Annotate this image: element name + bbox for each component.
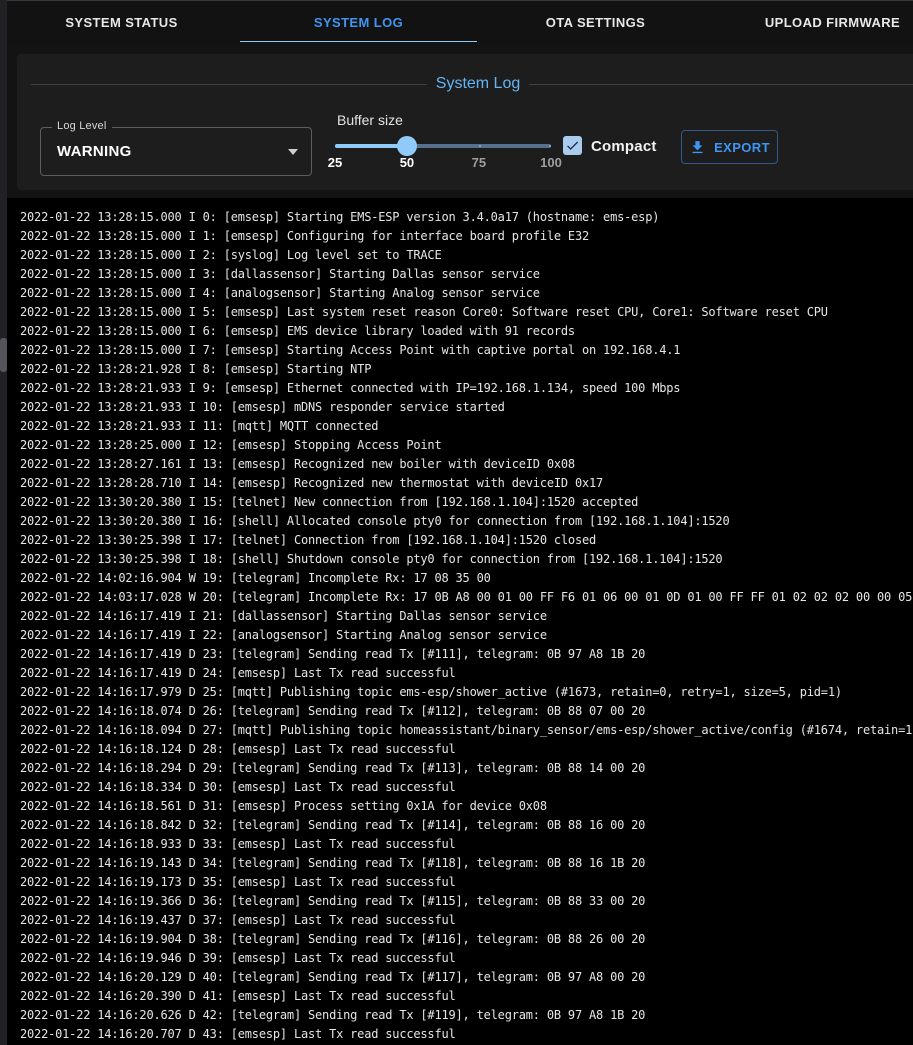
log-line: 2022-01-22 13:28:27.161 I 13: [emsesp] R… — [20, 455, 913, 474]
log-line: 2022-01-22 14:16:19.173 D 35: [emsesp] L… — [20, 873, 913, 892]
log-line: 2022-01-22 13:28:15.000 I 4: [analogsens… — [20, 284, 913, 303]
log-line: 2022-01-22 14:16:20.390 D 41: [emsesp] L… — [20, 987, 913, 1006]
log-line: 2022-01-22 14:16:17.419 D 23: [telegram]… — [20, 645, 913, 664]
log-line: 2022-01-22 14:16:17.419 D 24: [emsesp] L… — [20, 664, 913, 683]
log-line: 2022-01-22 13:28:25.000 I 12: [emsesp] S… — [20, 436, 913, 455]
log-line: 2022-01-22 13:28:15.000 I 3: [dallassens… — [20, 265, 913, 284]
log-line: 2022-01-22 14:16:17.419 I 21: [dallassen… — [20, 607, 913, 626]
log-line: 2022-01-22 13:30:25.398 I 17: [telnet] C… — [20, 531, 913, 550]
log-console[interactable]: 2022-01-22 13:28:15.000 I 0: [emsesp] St… — [7, 198, 913, 1045]
log-level-select[interactable]: Log Level WARNING — [40, 127, 312, 176]
log-line: 2022-01-22 14:16:17.419 I 22: [analogsen… — [20, 626, 913, 645]
log-line: 2022-01-22 14:16:19.946 D 39: [emsesp] L… — [20, 949, 913, 968]
log-line: 2022-01-22 14:02:16.904 W 19: [telegram]… — [20, 569, 913, 588]
log-line: 2022-01-22 14:16:20.129 D 40: [telegram]… — [20, 968, 913, 987]
log-line: 2022-01-22 13:28:15.000 I 6: [emsesp] EM… — [20, 322, 913, 341]
log-line: 2022-01-22 13:28:21.933 I 11: [mqtt] MQT… — [20, 417, 913, 436]
log-line: 2022-01-22 13:28:21.928 I 8: [emsesp] St… — [20, 360, 913, 379]
log-level-value: WARNING — [57, 128, 132, 175]
log-line: 2022-01-22 13:28:15.000 I 0: [emsesp] St… — [20, 208, 913, 227]
slider-mark-100[interactable]: 100 — [540, 155, 562, 170]
compact-label: Compact — [591, 138, 657, 155]
log-line: 2022-01-22 13:28:21.933 I 9: [emsesp] Et… — [20, 379, 913, 398]
tab-ota-settings[interactable]: OTA SETTINGS — [477, 1, 714, 42]
download-icon — [689, 139, 706, 156]
log-line: 2022-01-22 13:30:20.380 I 16: [shell] Al… — [20, 512, 913, 531]
slider-mark-75[interactable]: 75 — [472, 155, 486, 170]
slider-mark-50[interactable]: 50 — [400, 155, 414, 170]
slider-mark-dot — [549, 145, 551, 147]
slider-mark-dot — [479, 145, 481, 147]
log-line: 2022-01-22 14:16:19.437 D 37: [emsesp] L… — [20, 911, 913, 930]
log-line: 2022-01-22 14:16:20.626 D 42: [telegram]… — [20, 1006, 913, 1025]
panel-legend: System Log — [17, 54, 913, 93]
drawer-scrollbar-thumb[interactable] — [0, 338, 7, 372]
export-button-label: EXPORT — [714, 140, 770, 155]
log-line: 2022-01-22 13:28:21.933 I 10: [emsesp] m… — [20, 398, 913, 417]
log-line: 2022-01-22 14:16:17.979 D 25: [mqtt] Pub… — [20, 683, 913, 702]
system-log-page: SYSTEM STATUS SYSTEM LOG OTA SETTINGS UP… — [0, 0, 913, 1045]
log-line: 2022-01-22 14:16:18.933 D 33: [emsesp] L… — [20, 835, 913, 854]
log-line: 2022-01-22 13:28:15.000 I 7: [emsesp] St… — [20, 341, 913, 360]
log-line: 2022-01-22 14:16:18.334 D 30: [emsesp] L… — [20, 778, 913, 797]
log-line: 2022-01-22 13:28:28.710 I 14: [emsesp] R… — [20, 474, 913, 493]
slider-mark-labels: 25 50 75 100 — [335, 155, 551, 173]
log-line: 2022-01-22 13:28:15.000 I 1: [emsesp] Co… — [20, 227, 913, 246]
log-line: 2022-01-22 14:16:18.561 D 31: [emsesp] P… — [20, 797, 913, 816]
log-line: 2022-01-22 13:30:25.398 I 18: [shell] Sh… — [20, 550, 913, 569]
tab-bar: SYSTEM STATUS SYSTEM LOG OTA SETTINGS UP… — [7, 0, 913, 42]
drawer-edge — [0, 0, 7, 1045]
tab-row: SYSTEM STATUS SYSTEM LOG OTA SETTINGS UP… — [7, 1, 913, 42]
log-line: 2022-01-22 14:16:20.707 D 43: [emsesp] L… — [20, 1025, 913, 1044]
buffer-size-label: Buffer size — [337, 112, 403, 128]
log-line: 2022-01-22 14:16:18.124 D 28: [emsesp] L… — [20, 740, 913, 759]
log-line: 2022-01-22 14:16:18.294 D 29: [telegram]… — [20, 759, 913, 778]
log-line: 2022-01-22 14:16:18.842 D 32: [telegram]… — [20, 816, 913, 835]
log-line: 2022-01-22 14:03:17.028 W 20: [telegram]… — [20, 588, 913, 607]
checkmark-icon — [565, 138, 580, 153]
tab-upload-firmware[interactable]: UPLOAD FIRMWARE — [714, 1, 913, 42]
log-line: 2022-01-22 14:16:18.074 D 26: [telegram]… — [20, 702, 913, 721]
slider-mark-25[interactable]: 25 — [328, 155, 342, 170]
slider-thumb[interactable] — [397, 136, 417, 156]
log-line: 2022-01-22 14:16:18.094 D 27: [mqtt] Pub… — [20, 721, 913, 740]
log-line: 2022-01-22 13:30:20.380 I 15: [telnet] N… — [20, 493, 913, 512]
compact-checkbox[interactable] — [563, 136, 582, 155]
log-line: 2022-01-22 14:16:19.904 D 38: [telegram]… — [20, 930, 913, 949]
log-line: 2022-01-22 13:28:15.000 I 2: [syslog] Lo… — [20, 246, 913, 265]
page-title: System Log — [427, 75, 529, 93]
log-line: 2022-01-22 14:16:19.366 D 36: [telegram]… — [20, 892, 913, 911]
chevron-down-icon — [288, 149, 298, 155]
log-line: 2022-01-22 13:28:15.000 I 5: [emsesp] La… — [20, 303, 913, 322]
system-log-panel: System Log Log Level WARNING Buffer size… — [17, 54, 913, 190]
buffer-size-slider[interactable] — [335, 144, 551, 148]
tab-system-log[interactable]: SYSTEM LOG — [240, 1, 477, 42]
export-button[interactable]: EXPORT — [681, 130, 778, 164]
log-line: 2022-01-22 14:16:19.143 D 34: [telegram]… — [20, 854, 913, 873]
tab-system-status[interactable]: SYSTEM STATUS — [7, 1, 240, 42]
